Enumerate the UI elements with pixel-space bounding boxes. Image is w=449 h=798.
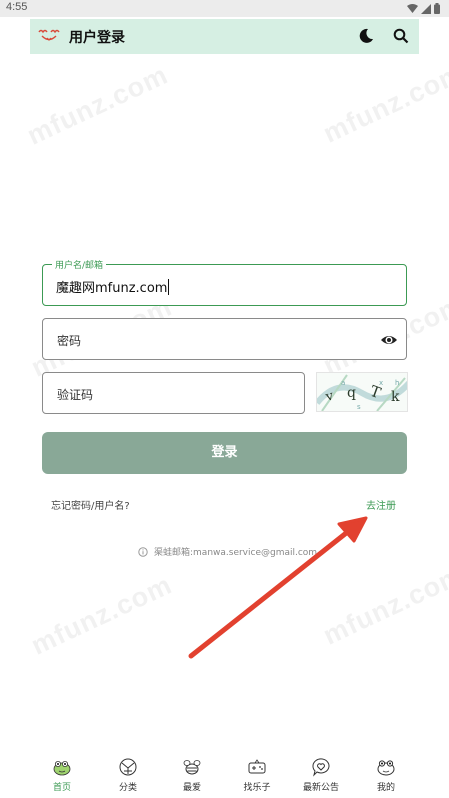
watermark: mfunz.com <box>26 569 177 661</box>
eye-icon[interactable] <box>380 331 398 349</box>
app-bar: 用户登录 <box>30 19 419 54</box>
announcement-heart-icon <box>312 758 330 777</box>
info-icon <box>138 546 148 557</box>
svg-text:h: h <box>395 379 399 387</box>
nav-item-home[interactable]: 首页 <box>29 750 95 798</box>
watermark: mfunz.com <box>318 57 449 149</box>
status-icons <box>407 3 440 14</box>
captcha-image-graphic: v q T k a x h s <box>317 374 407 411</box>
home-mascot-icon <box>53 761 71 776</box>
captcha-field[interactable]: 验证码 <box>42 372 305 414</box>
watermark: mfunz.com <box>22 59 173 151</box>
password-field[interactable]: 密码 <box>42 318 407 360</box>
register-link[interactable]: 去注册 <box>366 497 396 512</box>
captcha-placeholder: 验证码 <box>57 388 94 402</box>
nav-label-fun: 找乐子 <box>243 783 271 793</box>
nav-item-announcement[interactable]: 最新公告 <box>288 750 354 798</box>
nav-item-fun[interactable]: 找乐子 <box>224 750 290 798</box>
bottom-navigation: 首页 分类 最爱 找乐子 最新公告 我的 <box>0 750 449 798</box>
nav-label-announcement: 最新公告 <box>302 783 339 793</box>
nav-label-profile: 我的 <box>376 783 395 793</box>
nav-item-favorite[interactable]: 最爱 <box>159 750 225 798</box>
favorite-bee-icon <box>183 760 201 775</box>
nav-label-home: 首页 <box>52 783 71 793</box>
app-logo-icon <box>38 29 60 41</box>
nav-item-profile[interactable]: 我的 <box>353 750 419 798</box>
page-title: 用户登录 <box>69 30 125 46</box>
status-bar: 4:55 <box>0 0 449 17</box>
nav-label-favorite: 最爱 <box>182 783 201 793</box>
login-button[interactable]: 登录 <box>42 432 407 474</box>
username-value: 魔趣网mfunz.com <box>56 281 168 296</box>
profile-frog-icon <box>377 760 395 776</box>
username-value-wrap: 魔趣网mfunz.com <box>56 277 170 296</box>
category-icon <box>119 758 137 776</box>
gamepad-icon <box>248 759 266 774</box>
watermark: mfunz.com <box>318 559 449 651</box>
captcha-image[interactable]: v q T k a x h s <box>316 372 408 412</box>
username-label: 用户名/邮箱 <box>52 258 107 271</box>
svg-text:x: x <box>379 379 383 387</box>
status-time: 4:55 <box>6 1 28 13</box>
moon-icon[interactable] <box>357 27 375 45</box>
battery-icon <box>434 3 440 14</box>
nav-item-category[interactable]: 分类 <box>95 750 161 798</box>
forgot-password-link[interactable]: 忘记密码/用户名? <box>51 497 130 512</box>
svg-text:a: a <box>341 379 345 387</box>
contact-email: 渠蛙邮箱:manwa.service@gmail.com <box>154 548 318 558</box>
svg-text:s: s <box>357 403 361 411</box>
wifi-icon <box>407 3 418 13</box>
contact-info: 渠蛙邮箱:manwa.service@gmail.com <box>138 545 317 558</box>
nav-label-category: 分类 <box>118 783 137 793</box>
svg-text:k: k <box>391 389 400 405</box>
text-caret <box>168 279 170 295</box>
password-placeholder: 密码 <box>57 334 82 348</box>
svg-text:q: q <box>347 385 356 401</box>
search-icon[interactable] <box>392 27 410 45</box>
signal-icon <box>421 3 431 14</box>
